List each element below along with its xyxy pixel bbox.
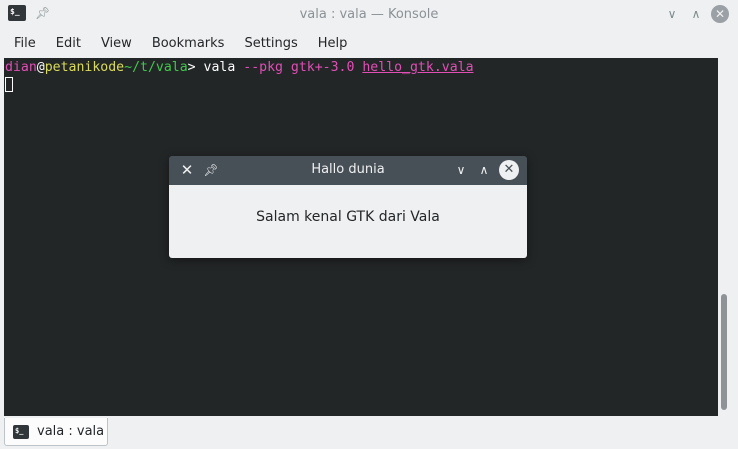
maximize-button[interactable]: ∧ bbox=[476, 162, 492, 178]
command-text: vala bbox=[203, 60, 244, 75]
minimize-button[interactable]: ∨ bbox=[664, 6, 680, 22]
maximize-button[interactable]: ∧ bbox=[688, 6, 704, 22]
tab-bar: $_ vala : vala bbox=[0, 416, 738, 449]
dialog-title: Hallo dunia bbox=[311, 162, 385, 177]
terminal-cursor-line bbox=[5, 77, 718, 95]
prompt-path: ~/t/vala bbox=[124, 60, 188, 75]
dialog-body: Salam kenal GTK dari Vala bbox=[169, 185, 527, 258]
menu-edit[interactable]: Edit bbox=[46, 30, 91, 58]
terminal-icon: $_ bbox=[13, 425, 29, 439]
command-file-link[interactable]: hello_gtk.vala bbox=[362, 60, 473, 75]
terminal-cursor bbox=[5, 77, 13, 92]
hello-dialog: ✕ 📌︎ Hallo dunia ∨ ∧ ✕ Salam kenal GTK d… bbox=[169, 156, 527, 258]
close-button[interactable]: ✕ bbox=[711, 5, 729, 23]
menubar: File Edit View Bookmarks Settings Help bbox=[0, 30, 738, 58]
menu-settings[interactable]: Settings bbox=[234, 30, 307, 58]
prompt-at: @ bbox=[36, 60, 45, 75]
tab-label: vala : vala bbox=[37, 424, 105, 439]
close-button[interactable]: ✕ bbox=[499, 160, 519, 180]
menu-bookmarks[interactable]: Bookmarks bbox=[142, 30, 235, 58]
menu-view[interactable]: View bbox=[91, 30, 142, 58]
command-flag: --pkg gtk+-3.0 bbox=[243, 60, 355, 75]
menu-file[interactable]: File bbox=[4, 30, 46, 58]
prompt-symbol: > bbox=[187, 60, 204, 75]
scrollbar-thumb[interactable] bbox=[721, 294, 727, 410]
minimize-button[interactable]: ∨ bbox=[453, 162, 469, 178]
window-titlebar[interactable]: $_ 📌︎ vala : vala — Konsole ∨ ∧ ✕ bbox=[0, 0, 738, 30]
dialog-titlebar[interactable]: ✕ 📌︎ Hallo dunia ∨ ∧ ✕ bbox=[169, 156, 527, 185]
terminal-command-line: dian@petanikode~/t/vala> vala --pkg gtk+… bbox=[5, 59, 718, 77]
window-title: vala : vala — Konsole bbox=[299, 7, 439, 22]
prompt-host: petanikode bbox=[44, 60, 125, 75]
prompt-user: dian bbox=[5, 60, 37, 75]
tab-vala[interactable]: $_ vala : vala bbox=[4, 418, 108, 446]
dialog-message: Salam kenal GTK dari Vala bbox=[256, 209, 440, 225]
menu-help[interactable]: Help bbox=[308, 30, 358, 58]
